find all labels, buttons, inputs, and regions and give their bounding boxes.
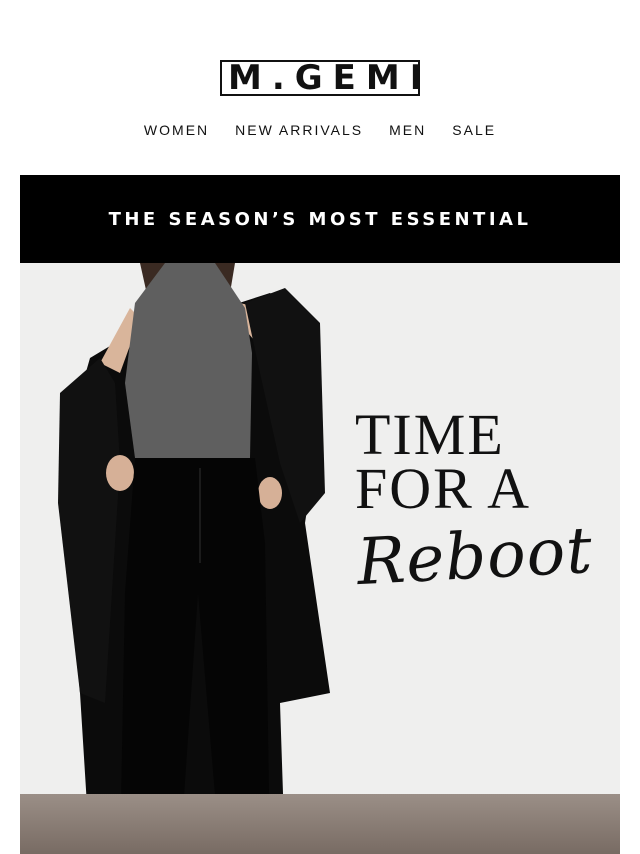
model-illustration — [58, 263, 330, 854]
nav-item-new-arrivals[interactable]: NEW ARRIVALS — [235, 122, 363, 138]
hero-headline: TIME FOR A — [355, 402, 605, 521]
main-nav: WOMEN NEW ARRIVALS MEN SALE — [0, 122, 640, 138]
nav-item-sale[interactable]: SALE — [452, 122, 496, 138]
headline-line-2: FOR A — [355, 456, 532, 521]
promo-banner-text: THE SEASON’S MOST ESSENTIAL — [108, 208, 532, 230]
logo-text: M.GEMI — [228, 58, 433, 98]
nav-item-men[interactable]: MEN — [389, 122, 426, 138]
headline-line-1: TIME — [355, 402, 505, 467]
brand-logo[interactable]: M.GEMI — [220, 58, 433, 98]
floor — [20, 794, 620, 854]
hero-script-text: Reboot — [355, 513, 595, 601]
nav-item-women[interactable]: WOMEN — [144, 122, 209, 138]
promo-banner[interactable]: THE SEASON’S MOST ESSENTIAL — [20, 175, 620, 263]
